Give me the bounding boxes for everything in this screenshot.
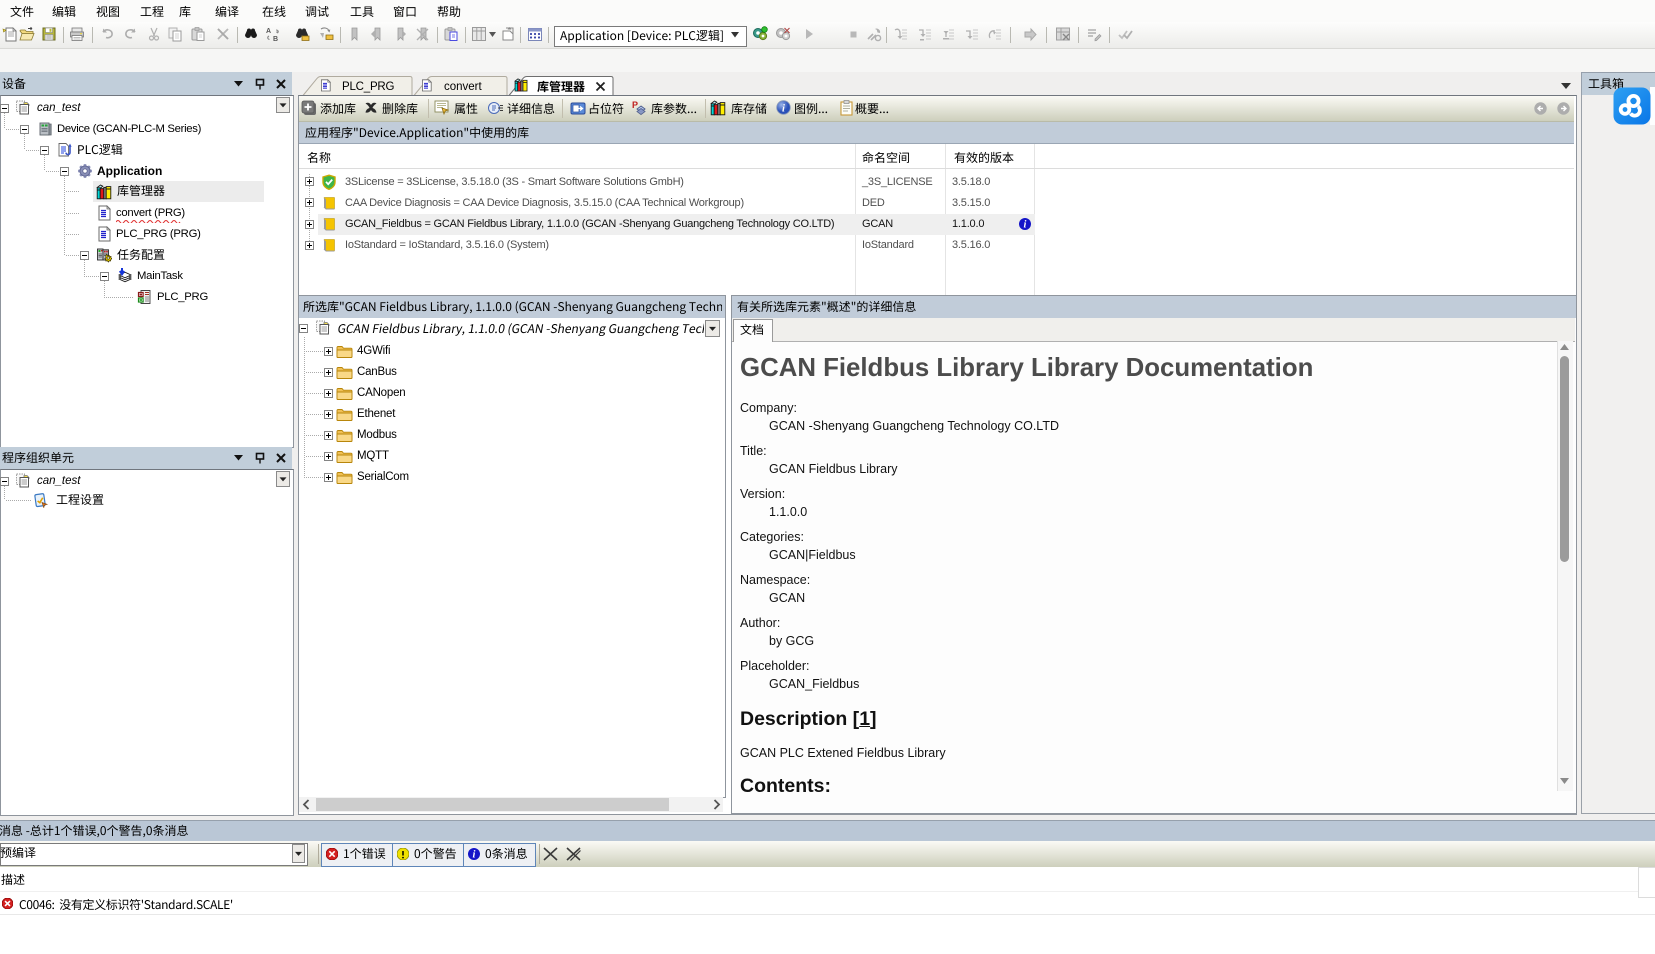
svg-text:A: A bbox=[266, 28, 271, 35]
svg-text:i: i bbox=[1024, 220, 1027, 230]
svg-text:B: B bbox=[273, 36, 278, 43]
svg-text:i: i bbox=[782, 104, 785, 115]
svg-text:i: i bbox=[473, 850, 476, 860]
